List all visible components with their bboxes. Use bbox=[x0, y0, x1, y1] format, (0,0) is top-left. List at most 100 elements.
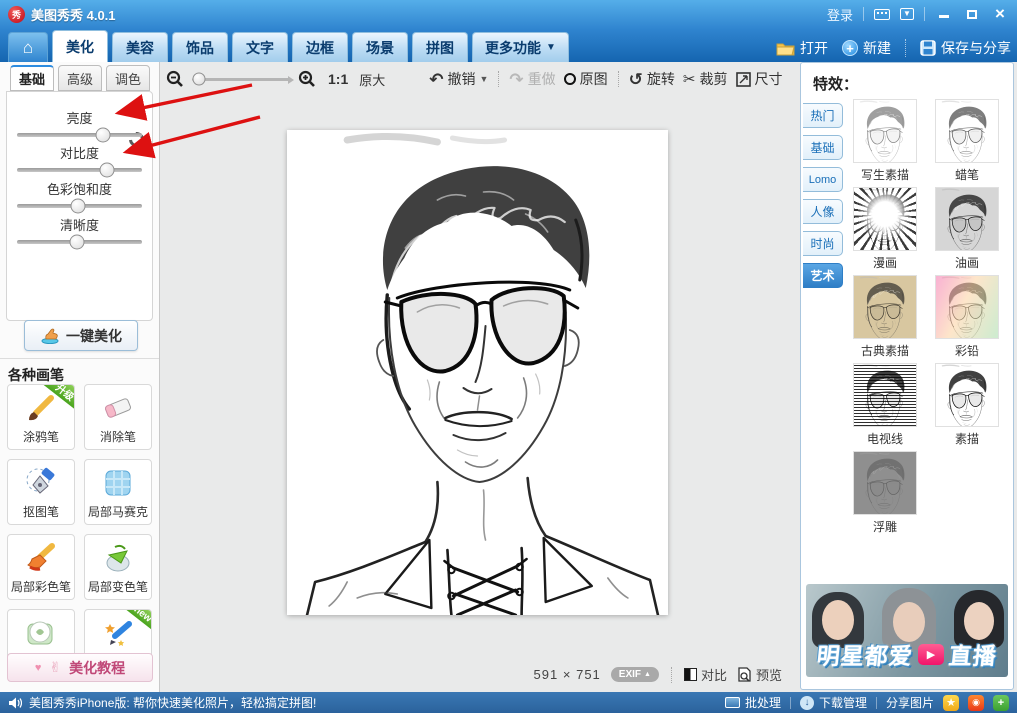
ratio-11-button[interactable]: 1:1 bbox=[328, 71, 348, 87]
erase-pen-button[interactable]: 消除笔 bbox=[84, 384, 152, 450]
beautify-tutorial-button[interactable]: ♥ ✌ 美化教程 bbox=[7, 653, 153, 682]
tab-frame[interactable]: 边框 bbox=[292, 32, 348, 62]
brushes-header: 各种画笔 bbox=[8, 365, 64, 385]
weibo-share-icon[interactable]: ◉ bbox=[968, 695, 984, 711]
category-hot[interactable]: 热门 bbox=[803, 103, 843, 128]
ad-face bbox=[893, 602, 925, 642]
local-color-pen-button[interactable]: 局部彩色笔 bbox=[7, 534, 75, 600]
open-button[interactable]: 打开 bbox=[776, 38, 828, 58]
minimize-button[interactable] bbox=[935, 6, 953, 22]
zoom-slider[interactable] bbox=[192, 78, 290, 81]
redo-button[interactable]: ↷ 重做 bbox=[509, 69, 555, 89]
tab-collage[interactable]: 拼图 bbox=[412, 32, 468, 62]
divider bbox=[863, 7, 864, 21]
tab-home[interactable]: ⌂ bbox=[8, 32, 48, 62]
cutout-pen-button[interactable]: 抠图笔 bbox=[7, 459, 75, 525]
tab-more-features[interactable]: 更多功能 ▼ bbox=[472, 32, 569, 62]
canvas-image bbox=[287, 130, 668, 615]
qzone-share-icon[interactable]: ★ bbox=[943, 695, 959, 711]
category-portrait[interactable]: 人像 bbox=[803, 199, 843, 224]
preview-button[interactable]: 预览 bbox=[737, 665, 782, 684]
chevron-down-icon: ▼ bbox=[546, 42, 556, 53]
tab-text[interactable]: 文字 bbox=[232, 32, 288, 62]
one-key-beautify-button[interactable]: 一键美化 bbox=[24, 320, 138, 351]
effect-thumbnail bbox=[935, 187, 999, 251]
share-image-button[interactable]: 分享图片 bbox=[886, 694, 934, 711]
local-mosaic-button[interactable]: 局部马赛克 bbox=[84, 459, 152, 525]
effect-thumbnail bbox=[853, 451, 917, 515]
effect-tv-lines[interactable]: 电视线 bbox=[845, 363, 925, 447]
effect-color-pencil[interactable]: 彩铅 bbox=[927, 275, 1007, 359]
saturation-label: 色彩饱和度 bbox=[7, 179, 152, 198]
slider-thumb[interactable] bbox=[71, 199, 86, 214]
doodle-pen-button[interactable]: 涂鸦笔 升级 bbox=[7, 384, 75, 450]
rotate-icon: ↺ bbox=[629, 71, 643, 88]
category-fashion[interactable]: 时尚 bbox=[803, 231, 843, 256]
tab-retouch[interactable]: 美容 bbox=[112, 32, 168, 62]
zoom-slider-thumb[interactable] bbox=[192, 73, 205, 86]
adjust-panel: 基础 高级 调色 亮度 对比度 色彩饱和度 清晰度 一键美化 各种画笔 bbox=[0, 62, 160, 692]
crop-button[interactable]: ✂ 裁剪 bbox=[683, 69, 728, 89]
divider bbox=[905, 39, 906, 57]
batch-process-button[interactable]: 批处理 bbox=[725, 694, 781, 711]
effect-sketch[interactable]: 素描 bbox=[927, 363, 1007, 447]
effect-comic[interactable]: 漫画 bbox=[845, 187, 925, 271]
pen-tool-icon bbox=[24, 466, 58, 500]
slider-thumb[interactable] bbox=[100, 163, 115, 178]
effect-sketch-drawing[interactable]: 写生素描 bbox=[845, 99, 925, 183]
undo-button[interactable]: ↶ 撤销 ▼ bbox=[429, 69, 488, 89]
exif-badge[interactable]: EXIF▲ bbox=[611, 667, 659, 682]
original-size-label[interactable]: 原大 bbox=[359, 70, 385, 89]
effect-crayon[interactable]: 蜡笔 bbox=[927, 99, 1007, 183]
effect-oil-painting[interactable]: 油画 bbox=[927, 187, 1007, 271]
slider-thumb[interactable] bbox=[96, 128, 111, 143]
download-icon: ↓ bbox=[800, 696, 814, 710]
subtab-basic[interactable]: 基础 bbox=[10, 65, 54, 91]
zoom-in-icon[interactable] bbox=[298, 70, 316, 88]
close-button[interactable]: × bbox=[991, 7, 1009, 21]
folder-icon bbox=[776, 41, 795, 56]
tab-beautify[interactable]: 美化 bbox=[52, 30, 108, 62]
tab-accessories[interactable]: 饰品 bbox=[172, 32, 228, 62]
clarity-slider[interactable] bbox=[17, 240, 142, 244]
effect-emboss[interactable]: 浮雕 bbox=[845, 451, 925, 535]
save-share-button[interactable]: 保存与分享 bbox=[920, 38, 1011, 58]
compare-icon bbox=[684, 668, 697, 681]
saturation-slider[interactable] bbox=[17, 204, 142, 208]
divider bbox=[924, 7, 925, 21]
original-image-button[interactable]: 原图 bbox=[564, 69, 608, 89]
tab-scene[interactable]: 场景 bbox=[352, 32, 408, 62]
resize-button[interactable]: 尺寸 bbox=[736, 69, 783, 89]
brightness-slider[interactable] bbox=[17, 133, 142, 137]
brightness-label: 亮度 bbox=[7, 108, 152, 127]
maximize-button[interactable] bbox=[963, 6, 981, 22]
subtab-advanced[interactable]: 高级 bbox=[58, 65, 102, 91]
effect-classic-sketch[interactable]: 古典素描 bbox=[845, 275, 925, 359]
feedback-chat-icon[interactable] bbox=[874, 9, 890, 20]
divider bbox=[790, 697, 791, 709]
local-recolor-pen-button[interactable]: 局部变色笔 bbox=[84, 534, 152, 600]
more-share-icon[interactable]: + bbox=[993, 695, 1009, 711]
ad-banner[interactable]: 明星都爱 ▶ 直播 bbox=[806, 584, 1008, 677]
category-lomo[interactable]: Lomo bbox=[803, 167, 843, 192]
compare-button[interactable]: 对比 bbox=[684, 665, 727, 684]
image-dimensions: 591 × 751 bbox=[534, 667, 601, 682]
chevron-down-icon[interactable]: ▼ bbox=[480, 74, 489, 84]
brush-grid: 涂鸦笔 升级 消除笔 抠图笔 局部马赛克 局部彩色笔 局部变色笔 背景虚化 bbox=[7, 384, 153, 675]
slider-thumb[interactable] bbox=[70, 235, 85, 250]
download-manager-button[interactable]: ↓ 下载管理 bbox=[800, 694, 867, 711]
subtab-color[interactable]: 调色 bbox=[106, 65, 150, 91]
titlebar: 秀 美图秀秀 4.0.1 登录 ▼ × bbox=[0, 0, 1017, 28]
category-art[interactable]: 艺术 bbox=[803, 263, 843, 288]
rotate-button[interactable]: ↺ 旋转 bbox=[629, 69, 675, 89]
effect-thumbnail bbox=[935, 363, 999, 427]
zoom-out-icon[interactable] bbox=[166, 70, 184, 88]
new-button[interactable]: + 新建 bbox=[842, 38, 891, 58]
category-basic[interactable]: 基础 bbox=[803, 135, 843, 160]
plus-circle-icon: + bbox=[842, 40, 858, 56]
contrast-slider[interactable] bbox=[17, 168, 142, 172]
status-message[interactable]: 美图秀秀iPhone版: 帮你快速美化照片，轻松搞定拼图! bbox=[29, 694, 316, 711]
login-link[interactable]: 登录 bbox=[827, 5, 853, 24]
ad-video-icon: ▶ bbox=[918, 644, 944, 665]
skin-menu-icon[interactable]: ▼ bbox=[900, 8, 914, 20]
